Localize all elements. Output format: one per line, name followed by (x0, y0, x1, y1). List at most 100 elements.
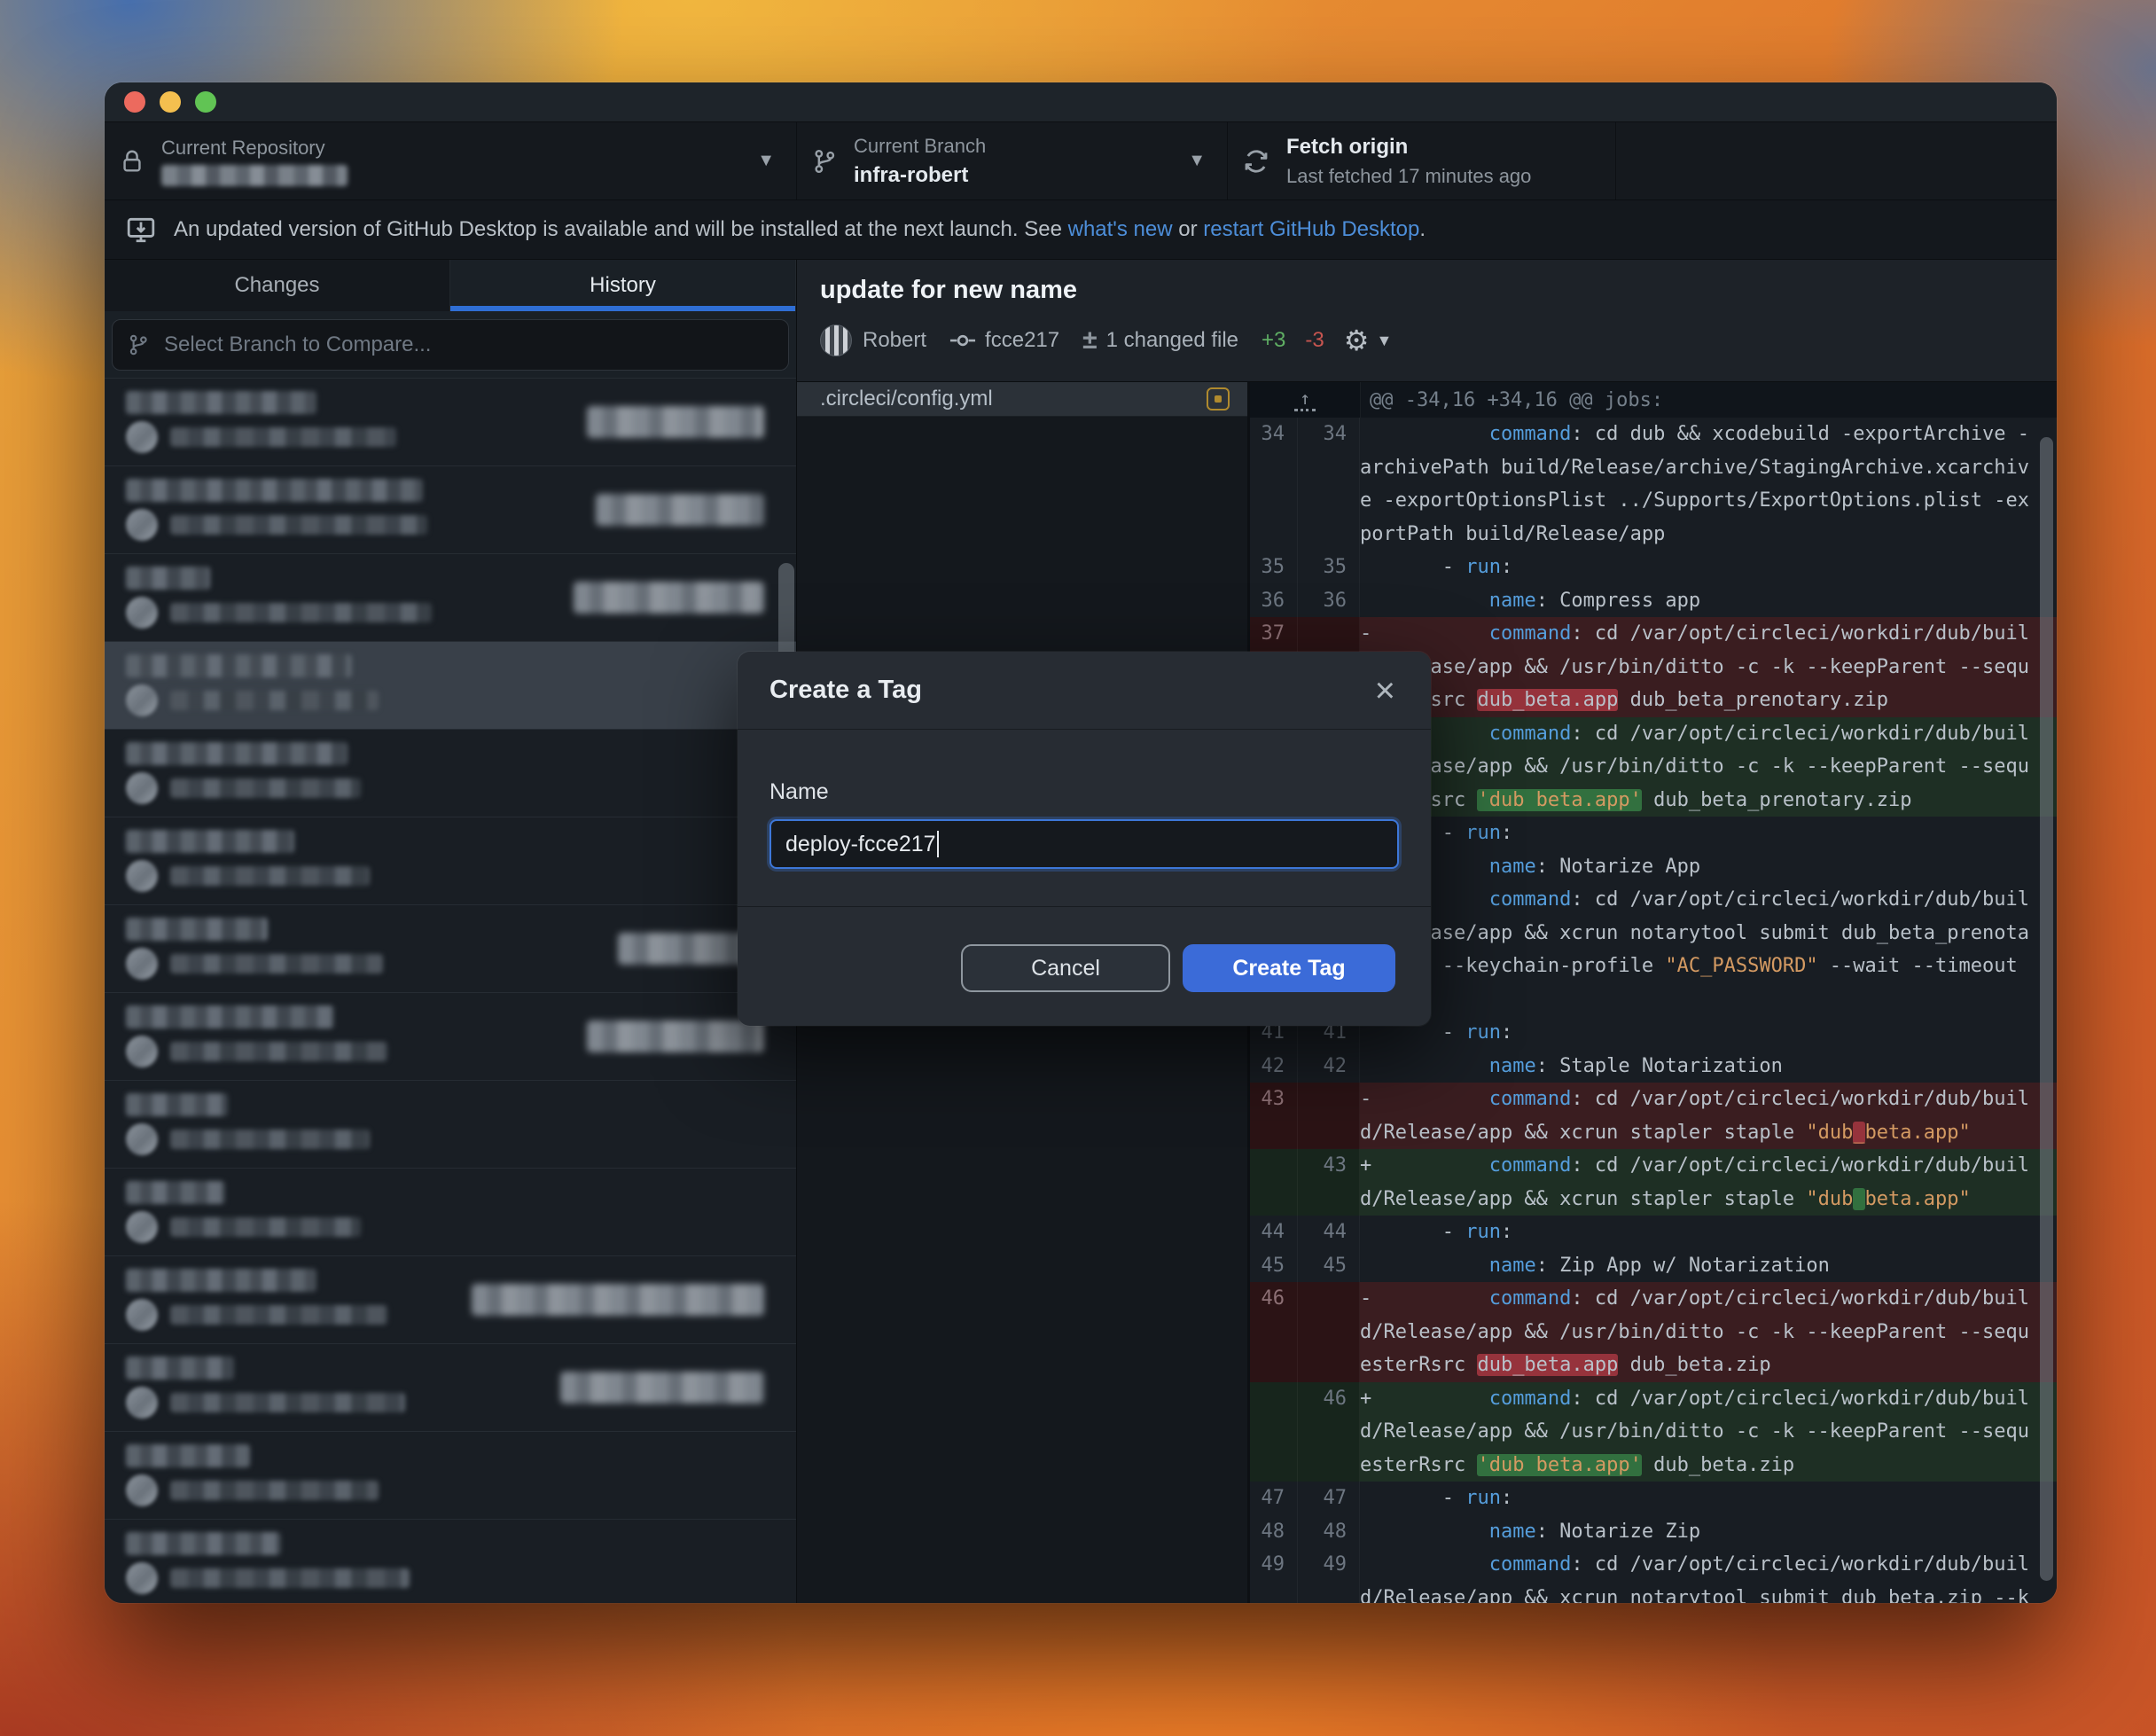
avatar (126, 1123, 158, 1155)
diff-code: - run: (1360, 1016, 2057, 1050)
diff-code: command: cd /var/opt/circleci/workdir/du… (1360, 1548, 2057, 1603)
avatar (126, 421, 158, 453)
restart-link[interactable]: restart GitHub Desktop (1203, 217, 1419, 241)
changed-files-label[interactable]: 1 changed file (1106, 328, 1238, 353)
create-tag-dialog: Create a Tag × Name deploy-fcce217 Cance… (738, 652, 1431, 1026)
diff-options-button[interactable]: ⚙ ▼ (1344, 326, 1393, 355)
changed-file-row[interactable]: .circleci/config.yml (797, 382, 1247, 417)
commit-list-item[interactable] (105, 905, 796, 993)
hunk-range-text: @@ -34,16 +34,16 @@ jobs: (1361, 389, 1663, 411)
avatar (126, 597, 158, 629)
commit-badge-redacted (587, 406, 764, 438)
commit-list-item[interactable] (105, 993, 796, 1081)
old-line-number: 49 (1250, 1548, 1298, 1603)
commit-meta-redacted (170, 691, 379, 710)
avatar (126, 1562, 158, 1594)
compare-branch-bar: Select Branch to Compare... (105, 311, 796, 379)
commit-title-redacted (126, 1532, 281, 1555)
commit-title-redacted (126, 391, 316, 414)
repository-name-redacted (161, 165, 348, 186)
diff-row-ctx[interactable]: 4242 name: Staple Notarization (1250, 1050, 2057, 1083)
commit-list-item[interactable] (105, 1081, 796, 1169)
diff-row-ctx[interactable]: 4848 name: Notarize Zip (1250, 1515, 2057, 1549)
commit-meta-redacted (170, 1305, 387, 1325)
fetch-origin-button[interactable]: Fetch origin Last fetched 17 minutes ago (1228, 122, 1616, 199)
close-window-button[interactable] (124, 91, 145, 113)
text-cursor (937, 831, 939, 857)
zoom-window-button[interactable] (195, 91, 216, 113)
diff-code: + command: cd /var/opt/circleci/workdir/… (1360, 1382, 2057, 1482)
commit-title: update for new name (820, 276, 2057, 305)
commit-summary-header: update for new name Robert fcce217 ± 1 c… (797, 260, 2057, 382)
commit-list-item[interactable] (105, 730, 796, 817)
diff-row-ctx[interactable]: 4545 name: Zip App w/ Notarization (1250, 1249, 2057, 1283)
tab-history[interactable]: History (450, 260, 796, 311)
minimize-window-button[interactable] (160, 91, 181, 113)
new-line-number: 45 (1298, 1249, 1360, 1283)
diff-row-del[interactable]: 46- command: cd /var/opt/circleci/workdi… (1250, 1282, 2057, 1382)
close-icon[interactable]: × (1375, 673, 1395, 708)
commit-meta-redacted (170, 954, 383, 974)
window-titlebar[interactable] (105, 82, 2057, 122)
modified-file-icon (1207, 387, 1230, 411)
commit-list-item[interactable] (105, 1256, 796, 1344)
chevron-down-icon: ▼ (1376, 332, 1392, 350)
create-tag-button[interactable]: Create Tag (1183, 944, 1395, 992)
commit-list-item[interactable] (105, 1169, 796, 1256)
commit-list-item[interactable] (105, 379, 796, 466)
new-line-number (1298, 1083, 1360, 1149)
diff-row-add[interactable]: 43+ command: cd /var/opt/circleci/workdi… (1250, 1149, 2057, 1216)
old-line-number (1250, 1149, 1298, 1216)
diff-code: command: cd dub && xcodebuild -exportArc… (1360, 418, 2057, 551)
diff-code: - command: cd /var/opt/circleci/workdir/… (1360, 1083, 2057, 1149)
tag-name-label: Name (769, 779, 1399, 805)
commit-list-item[interactable] (105, 642, 796, 730)
avatar (126, 1474, 158, 1506)
select-branch-to-compare-input[interactable]: Select Branch to Compare... (112, 319, 789, 371)
whats-new-link[interactable]: what's new (1068, 217, 1173, 241)
diff-code: - run: (1360, 1482, 2057, 1515)
diff-row-del[interactable]: 43- command: cd /var/opt/circleci/workdi… (1250, 1083, 2057, 1149)
old-line-number: 35 (1250, 551, 1298, 584)
new-line-number: 49 (1298, 1548, 1360, 1603)
commit-list-item[interactable] (105, 1520, 796, 1603)
avatar (126, 948, 158, 980)
fetch-label: Fetch origin (1286, 135, 1531, 160)
diff-row-add[interactable]: 46+ command: cd /var/opt/circleci/workdi… (1250, 1382, 2057, 1482)
diff-row-ctx[interactable]: 4444 - run: (1250, 1216, 2057, 1249)
repository-label: Current Repository (161, 137, 348, 160)
old-line-number: 42 (1250, 1050, 1298, 1083)
diff-row-ctx[interactable]: 4747 - run: (1250, 1482, 2057, 1515)
current-repository-dropdown[interactable]: Current Repository ▼ (105, 122, 797, 199)
commit-meta-redacted (170, 603, 432, 622)
avatar (126, 1299, 158, 1331)
new-line-number: 47 (1298, 1482, 1360, 1515)
commit-list-item[interactable] (105, 466, 796, 554)
avatar (126, 860, 158, 892)
dialog-header: Create a Tag × (738, 652, 1431, 730)
current-branch-dropdown[interactable]: Current Branch infra-robert ▼ (797, 122, 1228, 199)
new-line-number: 36 (1298, 584, 1360, 618)
diff-row-ctx[interactable]: 4949 command: cd /var/opt/circleci/workd… (1250, 1548, 2057, 1603)
git-commit-icon (949, 327, 976, 354)
compare-placeholder: Select Branch to Compare... (164, 332, 431, 357)
tag-name-input[interactable]: deploy-fcce217 (769, 819, 1399, 869)
commit-list-item[interactable] (105, 1432, 796, 1520)
cancel-button[interactable]: Cancel (961, 944, 1170, 992)
old-line-number (1250, 1382, 1298, 1482)
commit-list-item[interactable] (105, 817, 796, 905)
commit-badge-redacted (596, 494, 764, 526)
commit-list-item[interactable] (105, 1344, 796, 1432)
diff-row-ctx[interactable]: 3434 command: cd dub && xcodebuild -expo… (1250, 418, 2057, 551)
diff-row-ctx[interactable]: 3636 name: Compress app (1250, 584, 2057, 618)
diff-code: - run: (1360, 1216, 2057, 1249)
avatar (820, 325, 852, 356)
commit-title-redacted (126, 830, 294, 853)
expand-hunk-icon[interactable]: ↑ (1294, 389, 1316, 411)
commit-list-item[interactable] (105, 554, 796, 642)
tab-changes[interactable]: Changes (105, 260, 450, 311)
diff-scrollbar[interactable] (2040, 437, 2053, 1581)
diff-row-ctx[interactable]: 3535 - run: (1250, 551, 2057, 584)
commit-title-redacted (126, 654, 352, 677)
tag-name-value: deploy-fcce217 (785, 832, 936, 857)
